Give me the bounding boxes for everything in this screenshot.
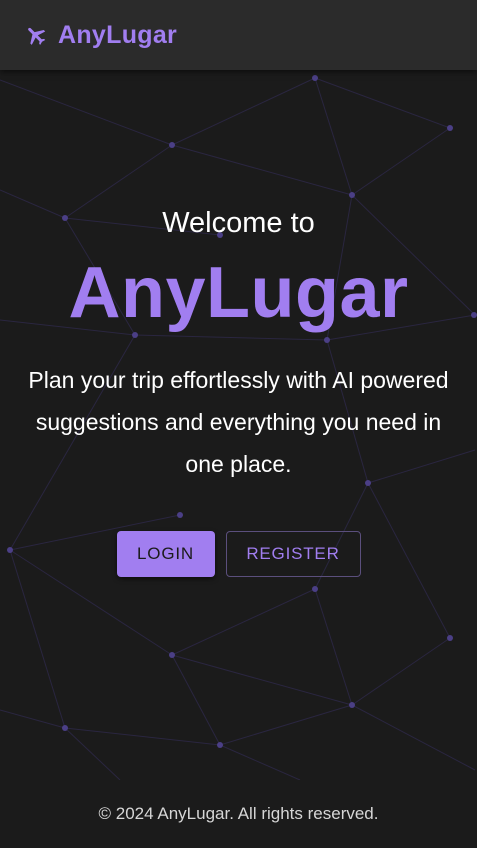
copyright-text: © 2024 AnyLugar. All rights reserved. — [98, 804, 379, 823]
welcome-text: Welcome to — [162, 207, 315, 239]
register-button[interactable]: REGISTER — [225, 531, 361, 577]
airplane-icon — [24, 23, 48, 47]
hero-section: Welcome to AnyLugar Plan your trip effor… — [0, 70, 477, 577]
login-button[interactable]: LOGIN — [116, 531, 215, 577]
hero-title: AnyLugar — [68, 253, 409, 333]
brand-name: AnyLugar — [58, 20, 178, 49]
hero-tagline: Plan your trip effortlessly with AI powe… — [28, 367, 449, 477]
auth-actions: LOGIN REGISTER — [0, 531, 477, 577]
top-app-bar: AnyLugar — [0, 0, 477, 70]
page-footer: © 2024 AnyLugar. All rights reserved. — [0, 780, 477, 848]
brand-logo-link[interactable]: AnyLugar — [24, 21, 177, 50]
